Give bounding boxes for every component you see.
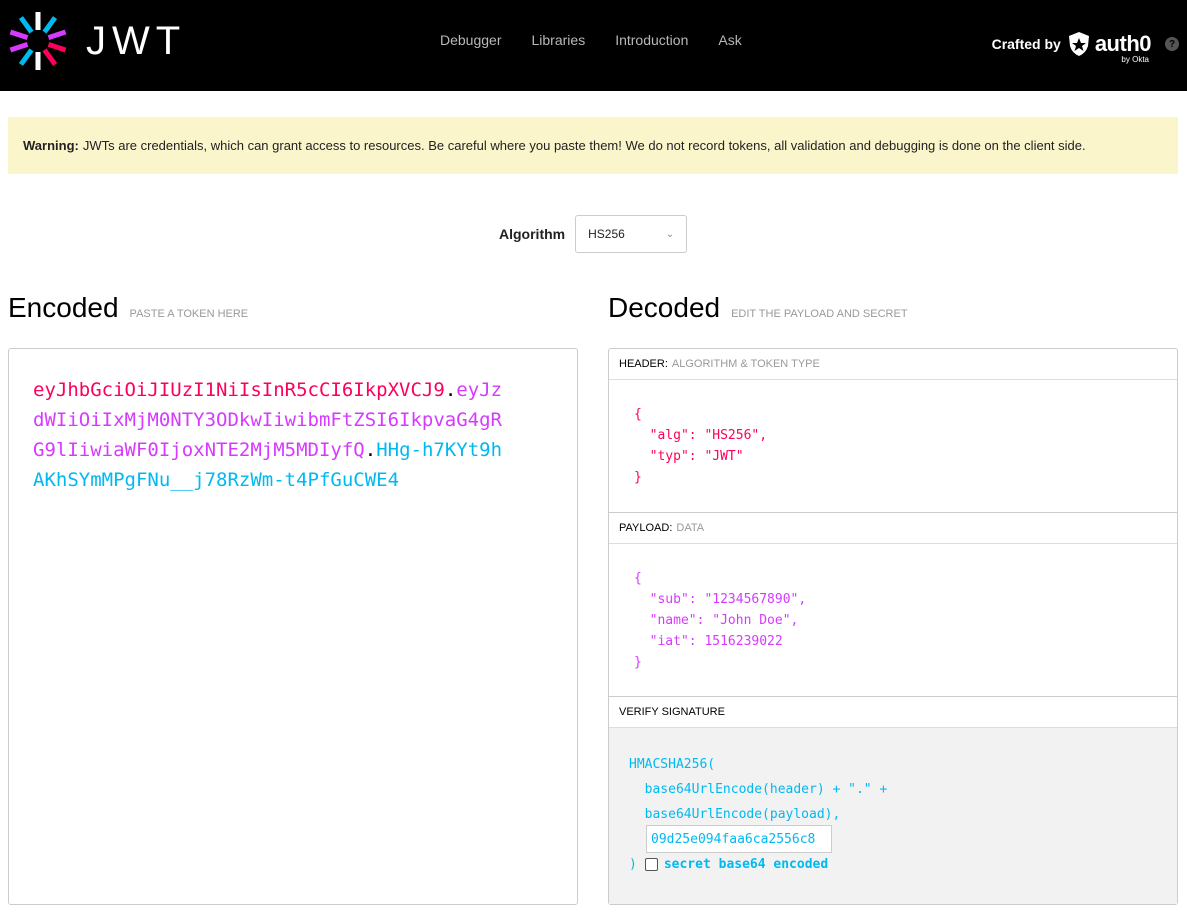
payload-section-title: PAYLOAD: DATA bbox=[609, 513, 1177, 544]
encoded-token-editor[interactable]: eyJhbGciOiJIUzI1NiIsInR5cCI6IkpXVCJ9.eyJ… bbox=[8, 348, 578, 905]
header-sublabel: ALGORITHM & TOKEN TYPE bbox=[671, 358, 820, 370]
jwt-logo-icon: JWT bbox=[9, 12, 186, 70]
secret-input[interactable]: 09d25e094faa6ca2556c8 bbox=[646, 825, 832, 853]
nav-introduction[interactable]: Introduction bbox=[615, 32, 688, 48]
token-dot: . bbox=[444, 379, 457, 401]
sig-line-3: base64UrlEncode(payload), bbox=[629, 807, 841, 822]
sig-line-1: HMACSHA256( bbox=[629, 757, 716, 772]
token-header-part: eyJhbGciOiJIUzI1NiIsInR5cCI6IkpXVCJ9 bbox=[33, 379, 445, 401]
encoded-token[interactable]: eyJhbGciOiJIUzI1NiIsInR5cCI6IkpXVCJ9.eyJ… bbox=[33, 375, 513, 495]
payload-label: PAYLOAD: bbox=[619, 522, 673, 534]
payload-sublabel: DATA bbox=[676, 522, 705, 534]
encoded-heading: Encoded PASTE A TOKEN HERE bbox=[8, 292, 248, 324]
signature-close: ) secret base64 encoded bbox=[629, 857, 828, 872]
header-section-title: HEADER: ALGORITHM & TOKEN TYPE bbox=[609, 349, 1177, 380]
decoded-heading: Decoded EDIT THE PAYLOAD AND SECRET bbox=[608, 292, 908, 324]
decoded-panel: HEADER: ALGORITHM & TOKEN TYPE { "alg": … bbox=[608, 348, 1178, 905]
token-dot: . bbox=[364, 439, 377, 461]
secret-base64-checkbox[interactable] bbox=[644, 858, 658, 871]
verify-signature-body: HMACSHA256( base64UrlEncode(header) + ".… bbox=[609, 728, 1177, 904]
payload-json[interactable]: { "sub": "1234567890", "name": "John Doe… bbox=[609, 544, 1177, 673]
verify-label: VERIFY SIGNATURE bbox=[619, 706, 725, 718]
top-navbar: JWT Debugger Libraries Introduction Ask … bbox=[0, 0, 1187, 91]
warning-text: JWTs are credentials, which can grant ac… bbox=[82, 138, 1086, 153]
jwt-logo-text: JWT bbox=[86, 19, 186, 63]
auth0-by-okta: by Okta bbox=[1121, 55, 1149, 64]
algorithm-value: HS256 bbox=[588, 227, 625, 241]
jwt-logo[interactable]: JWT bbox=[8, 10, 188, 72]
decoded-hint: EDIT THE PAYLOAD AND SECRET bbox=[731, 308, 908, 320]
header-label: HEADER: bbox=[619, 358, 668, 370]
sig-close-paren: ) bbox=[629, 857, 637, 872]
payload-editor[interactable]: { "sub": "1234567890", "name": "John Doe… bbox=[609, 544, 1177, 697]
nav-debugger[interactable]: Debugger bbox=[440, 32, 502, 48]
algorithm-selector: Algorithm HS256 ⌄ bbox=[499, 215, 688, 253]
warning-banner: Warning: JWTs are credentials, which can… bbox=[8, 117, 1178, 174]
algorithm-label: Algorithm bbox=[499, 226, 566, 242]
main-nav: Debugger Libraries Introduction Ask bbox=[440, 32, 742, 48]
header-editor[interactable]: { "alg": "HS256", "typ": "JWT" } bbox=[609, 380, 1177, 513]
signature-formula: HMACSHA256( base64UrlEncode(header) + ".… bbox=[629, 752, 887, 827]
crafted-by: Crafted by auth0 by Okta ? bbox=[991, 28, 1179, 64]
sig-line-2: base64UrlEncode(header) + "." + bbox=[629, 782, 888, 797]
encoded-title: Encoded bbox=[8, 292, 119, 323]
help-icon[interactable]: ? bbox=[1165, 37, 1179, 51]
header-json[interactable]: { "alg": "HS256", "typ": "JWT" } bbox=[609, 380, 1177, 488]
encoded-hint: PASTE A TOKEN HERE bbox=[129, 308, 249, 320]
decoded-title: Decoded bbox=[608, 292, 721, 323]
auth0-shield-icon bbox=[1068, 32, 1089, 56]
secret-base64-label[interactable]: secret base64 encoded bbox=[664, 857, 828, 872]
auth0-logo[interactable]: auth0 by Okta bbox=[1067, 28, 1152, 64]
chevron-down-icon: ⌄ bbox=[665, 228, 675, 240]
crafted-by-label: Crafted by bbox=[991, 36, 1061, 52]
nav-ask[interactable]: Ask bbox=[718, 32, 741, 48]
algorithm-select[interactable]: HS256 ⌄ bbox=[575, 215, 688, 253]
auth0-wordmark: auth0 bbox=[1094, 31, 1152, 56]
warning-label: Warning: bbox=[23, 138, 79, 153]
nav-libraries[interactable]: Libraries bbox=[532, 32, 586, 48]
verify-section-title: VERIFY SIGNATURE bbox=[609, 697, 1177, 728]
